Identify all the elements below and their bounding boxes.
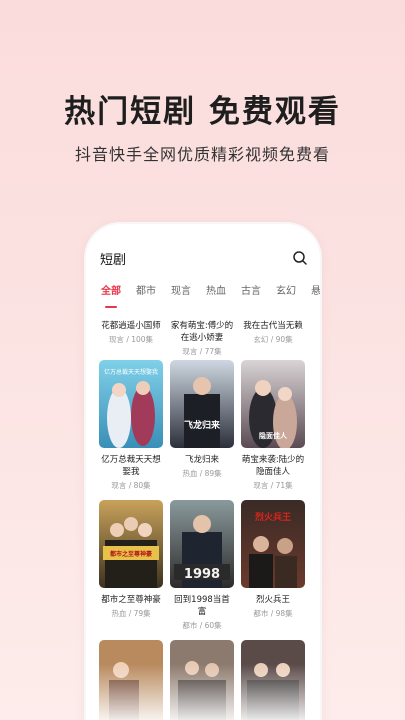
bottom-fade (86, 664, 320, 720)
drama-card[interactable]: 1998 回到1998当首富 都市 / 60集 (170, 500, 234, 631)
drama-card[interactable]: 亿万总裁天天想娶我 亿万总裁天天想娶我 现言 / 80集 (99, 360, 163, 491)
drama-meta: 现言 / 77集 (182, 347, 222, 356)
cover-title: 都市之至尊神豪 (109, 550, 152, 558)
drama-card[interactable]: 飞龙归来 飞龙归来 热血 / 89集 (170, 360, 234, 479)
drama-card[interactable]: 烈火兵王 烈火兵王 都市 / 98集 (241, 500, 305, 619)
drama-card[interactable]: 花都逍遥小国师 现言 / 100集 (99, 314, 163, 345)
search-bar-title: 短剧 (100, 252, 127, 268)
tab-action[interactable]: 热血 (203, 282, 229, 302)
drama-card[interactable]: 都市之至尊神豪 都市之至尊神豪 热血 / 79集 (99, 500, 163, 619)
drama-meta: 现言 / 80集 (111, 481, 151, 490)
cover-title: 1998 (184, 567, 220, 582)
tab-all[interactable]: 全部 (98, 282, 124, 302)
drama-meta: 热血 / 79集 (111, 609, 151, 618)
drama-meta: 热血 / 89集 (182, 469, 222, 478)
drama-title: 花都逍遥小国师 (101, 321, 161, 331)
tab-ancient-romance[interactable]: 古言 (238, 282, 264, 302)
tab-fantasy[interactable]: 玄幻 (273, 282, 299, 302)
drama-title: 飞龙归来 (184, 455, 219, 465)
tab-suspense[interactable]: 悬 (308, 282, 320, 302)
drama-title: 回到1998当首富 (174, 595, 230, 617)
tab-modern-romance[interactable]: 现言 (168, 282, 194, 302)
cover-title: 飞龙归来 (184, 419, 221, 431)
drama-title: 萌宝来袭:陆少的隐面佳人 (241, 455, 305, 477)
cover-title: 隐面佳人 (259, 431, 288, 440)
drama-meta: 现言 / 100集 (108, 335, 154, 344)
drama-meta: 都市 / 60集 (182, 621, 222, 630)
drama-card[interactable]: 家有萌宝:傅少的在逃小娇妻 现言 / 77集 (170, 314, 234, 357)
tab-urban[interactable]: 都市 (133, 282, 159, 302)
drama-title: 烈火兵王 (255, 595, 290, 605)
drama-cover[interactable]: 隐面佳人 (241, 360, 305, 448)
drama-cover[interactable]: 飞龙归来 (170, 360, 234, 448)
drama-cover[interactable]: 亿万总裁天天想娶我 (99, 360, 163, 448)
drama-meta: 都市 / 98集 (253, 609, 293, 618)
drama-title: 家有萌宝:傅少的在逃小娇妻 (170, 321, 234, 343)
search-icon[interactable] (292, 250, 308, 266)
drama-card[interactable]: 隐面佳人 萌宝来袭:陆少的隐面佳人 现言 / 71集 (241, 360, 305, 491)
cover-title: 亿万总裁天天想娶我 (104, 368, 158, 376)
drama-meta: 现言 / 71集 (253, 481, 293, 490)
drama-title: 亿万总裁天天想娶我 (101, 455, 161, 477)
drama-cover[interactable]: 烈火兵王 (241, 500, 305, 588)
drama-cover[interactable]: 都市之至尊神豪 (99, 500, 163, 588)
category-tabs: 全部 都市 现言 热血 古言 玄幻 悬 (98, 282, 320, 302)
drama-cover[interactable]: 1998 (170, 500, 234, 588)
drama-meta: 玄幻 / 90集 (253, 335, 293, 344)
drama-card[interactable]: 我在古代当无赖 玄幻 / 90集 (241, 314, 305, 345)
subline: 抖音快手全网优质精彩视频免费看 (74, 145, 330, 164)
drama-title: 都市之至尊神豪 (101, 595, 161, 605)
drama-title: 我在古代当无赖 (243, 321, 303, 331)
search-bar[interactable]: 短剧 (100, 248, 308, 268)
headline: 热门短剧 免费观看 (64, 94, 341, 130)
phone-frame: 短剧 全部 都市 现言 热血 古言 玄幻 悬 花都逍遥小国师 现言 / 100集… (86, 224, 320, 720)
cover-title: 烈火兵王 (255, 511, 291, 523)
